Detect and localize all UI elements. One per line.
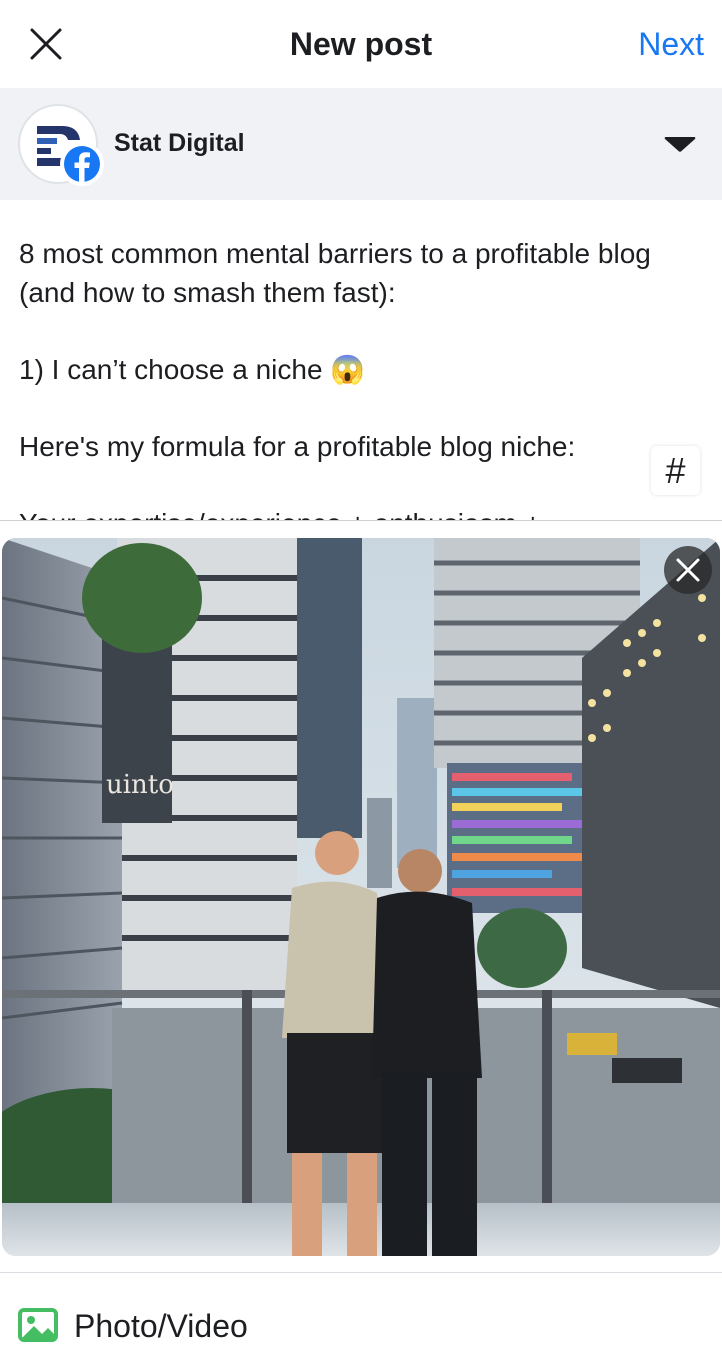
photo-icon bbox=[18, 1308, 58, 1342]
close-icon bbox=[30, 28, 62, 60]
divider bbox=[0, 520, 722, 521]
post-line: 1) I can’t choose a niche 😱 bbox=[19, 354, 366, 385]
post-line: Here's my formula for a profitable blog … bbox=[19, 431, 576, 462]
account-name: Stat Digital bbox=[114, 129, 245, 157]
photo-video-label: Photo/Video bbox=[74, 1308, 248, 1344]
close-icon bbox=[676, 558, 700, 582]
facebook-icon bbox=[64, 146, 100, 182]
close-button[interactable] bbox=[26, 24, 66, 64]
post-line: 8 most common mental barriers to a profi… bbox=[19, 238, 651, 308]
post-text: 8 most common mental barriers to a profi… bbox=[19, 234, 709, 520]
remove-photo-button[interactable] bbox=[664, 546, 712, 594]
post-line: Your expertise/experience + enthusiasm + bbox=[19, 504, 709, 520]
account-selector[interactable] bbox=[0, 88, 722, 200]
building-sign: uinto bbox=[106, 770, 174, 800]
photo-image: uinto bbox=[2, 538, 720, 1256]
top-bar bbox=[0, 0, 722, 88]
next-button[interactable]: Next bbox=[638, 24, 704, 64]
hashtag-button[interactable]: # bbox=[651, 446, 700, 495]
post-text-area[interactable]: 8 most common mental barriers to a profi… bbox=[0, 200, 722, 520]
attached-photo: uinto bbox=[2, 538, 720, 1256]
facebook-badge bbox=[60, 142, 104, 186]
account-dropdown-button[interactable] bbox=[662, 130, 698, 158]
caret-down-icon bbox=[664, 137, 696, 152]
